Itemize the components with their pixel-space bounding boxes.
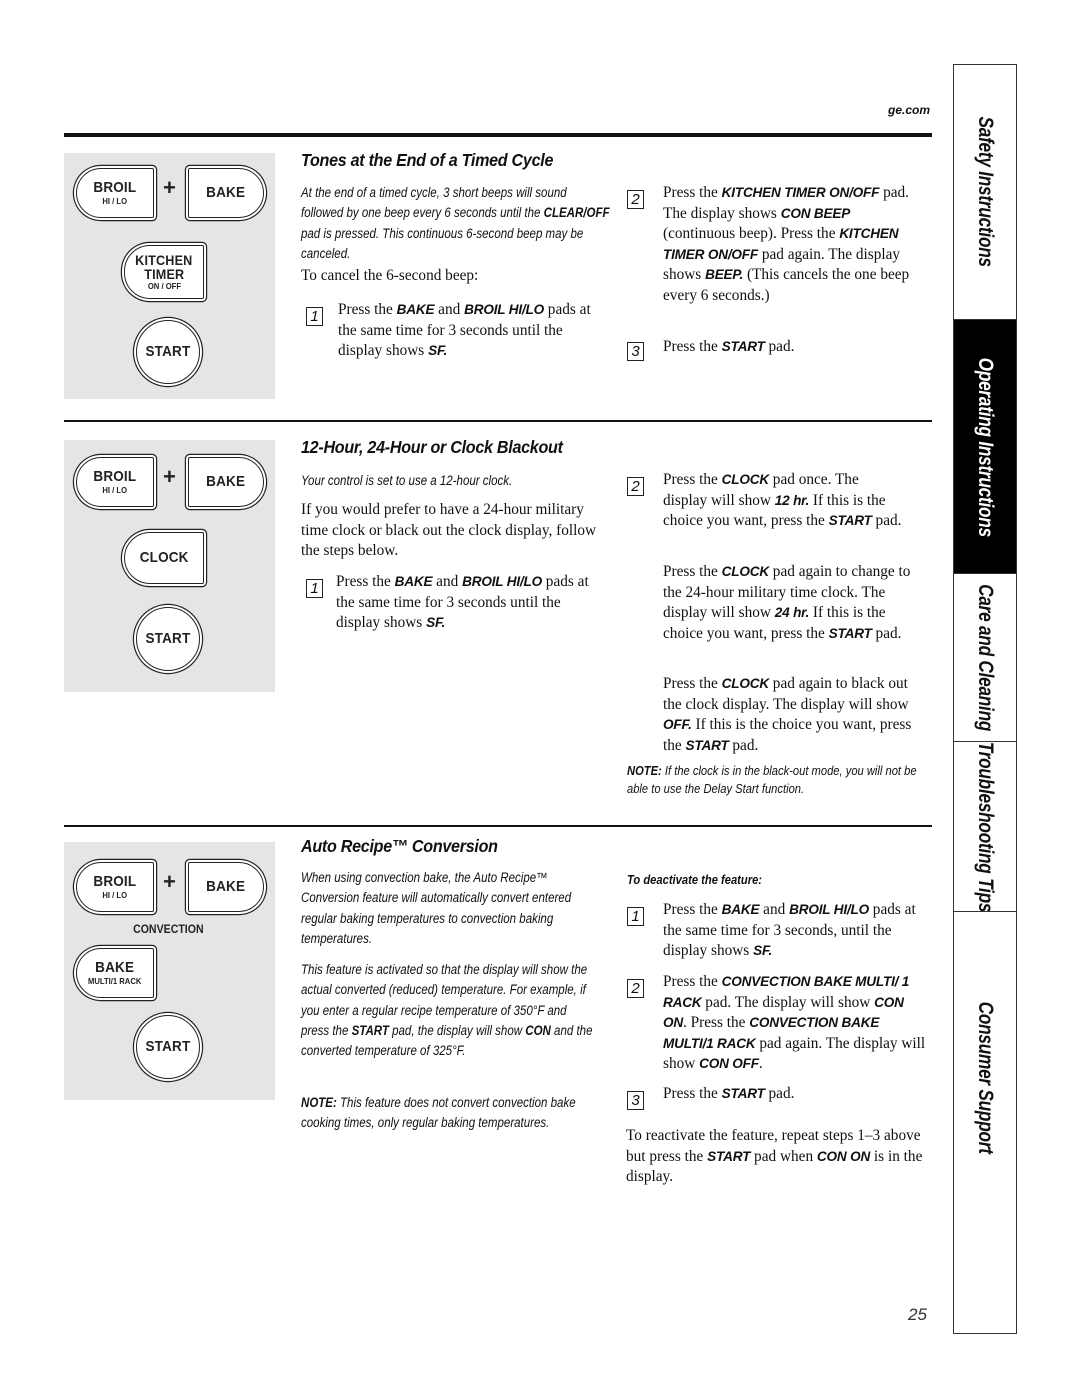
step-text: Press the BAKE and BROIL HI/LO pads at t… [336,573,589,631]
section-intro: At the end of a timed cycle, 3 short bee… [301,185,610,261]
section-title: Tones at the End of a Timed Cycle [301,150,554,170]
step-number: 3 [627,1091,644,1110]
site-url: ge.com [887,103,930,117]
start-pad: START [136,1015,200,1079]
bake-pad: BAKE [188,168,264,218]
section-tabs: Safety Instructions Operating Instructio… [953,64,1017,1334]
pad-label: BAKE [95,959,135,976]
tab-label: Troubleshooting Tips [974,741,997,913]
tab-consumer-support[interactable]: Consumer Support [954,911,1016,1334]
tab-label: Safety Instructions [974,116,997,268]
kitchen-timer-pad: KITCHEN TIMER ON / OFF [124,245,204,299]
step-text: Press the START pad. [663,1085,795,1102]
step-number: 2 [627,979,644,998]
pad-label: START [145,343,191,360]
header-rule [64,133,932,137]
pad-label: BAKE [206,184,246,201]
start-pad: START [136,607,200,671]
page-number: 25 [908,1305,927,1324]
step-text: Press the KITCHEN TIMER ON/OFF pad. The … [663,184,910,304]
section-divider [64,825,932,827]
step-number: 2 [627,190,644,209]
step-text: Press the CLOCK pad once. The display wi… [663,471,902,529]
paragraph: Press the CLOCK pad again to black out t… [663,675,912,754]
pad-label: BROIL [93,179,137,196]
pad-label: TIMER [143,266,185,282]
pad-label: START [145,1038,191,1055]
step-number: 3 [627,342,644,361]
lead-text: If you would prefer to have a 24-hour mi… [301,501,597,559]
section-intro: Your control is set to use a 12-hour clo… [301,473,513,488]
pad-sublabel: HI / LO [102,890,128,900]
control-panel-illustration: BROIL HI / LO + BAKE CONVECTION BAKE MUL… [64,842,275,1100]
clock-pad: CLOCK [124,532,204,584]
lead-text: To cancel the 6-second beep: [301,267,479,284]
section-divider [64,420,932,422]
plus-sign: + [163,175,176,200]
broil-hi-lo-pad: BROIL HI / LO [76,457,154,507]
plus-sign: + [163,869,176,894]
note: NOTE: If the clock is in the black-out m… [627,763,917,796]
step-number: 1 [306,307,323,326]
paragraph: Press the CLOCK pad again to change to t… [663,563,911,642]
pad-sublabel: MULTI/1 RACK [88,976,142,986]
broil-hi-lo-pad: BROIL HI / LO [76,862,154,912]
pad-sublabel: ON / OFF [147,281,181,291]
convection-bake-multi-rack-pad: BAKE MULTI/1 RACK [76,948,154,998]
section-intro: When using convection bake, the Auto Rec… [301,870,572,946]
section-title: Auto Recipe™ Conversion [301,836,498,856]
tab-label: Care and Cleaning [974,584,997,732]
pad-label: BROIL [93,873,137,890]
pad-label: START [145,630,191,647]
pad-label: BROIL [93,468,137,485]
note: NOTE: This feature does not convert conv… [301,1095,576,1131]
pad-label: CLOCK [139,549,189,566]
control-panel-illustration: BROIL HI / LO + BAKE CLOCK START [64,440,275,692]
step-text: Press the BAKE and BROIL HI/LO pads at t… [338,301,591,359]
step-number: 1 [306,579,323,598]
pad-label: BAKE [206,878,246,895]
tab-label: Consumer Support [974,1001,997,1155]
control-panel-illustration: BROIL HI / LO + BAKE KITCHEN TIMER ON / … [64,153,275,399]
step-text: Press the BAKE and BROIL HI/LO pads at t… [663,901,916,959]
convection-label: CONVECTION [133,924,204,936]
tab-troubleshooting-tips[interactable]: Troubleshooting Tips [954,741,1016,912]
section-title: 12-Hour, 24-Hour or Clock Blackout [301,437,563,457]
broil-hi-lo-pad: BROIL HI / LO [76,168,154,218]
paragraph: This feature is activated so that the di… [301,962,593,1059]
plus-sign: + [163,464,176,489]
pad-sublabel: HI / LO [102,196,128,206]
tab-safety-instructions[interactable]: Safety Instructions [954,65,1016,319]
step-text: Press the CONVECTION BAKE MULTI/ 1 RACK … [663,973,926,1072]
tab-care-and-cleaning[interactable]: Care and Cleaning [954,573,1016,742]
pad-label: KITCHEN [135,252,193,268]
bake-pad: BAKE [188,457,264,507]
tab-operating-instructions[interactable]: Operating Instructions [954,319,1016,574]
start-pad: START [136,320,200,384]
step-number: 2 [627,477,644,496]
step-text: Press the START pad. [663,338,795,355]
deactivate-heading: To deactivate the feature: [627,872,763,887]
pad-label: BAKE [206,473,246,490]
pad-sublabel: HI / LO [102,485,128,495]
step-number: 1 [627,907,644,926]
bake-pad: BAKE [188,862,264,912]
paragraph: To reactivate the feature, repeat steps … [626,1127,923,1185]
tab-label: Operating Instructions [974,357,997,537]
